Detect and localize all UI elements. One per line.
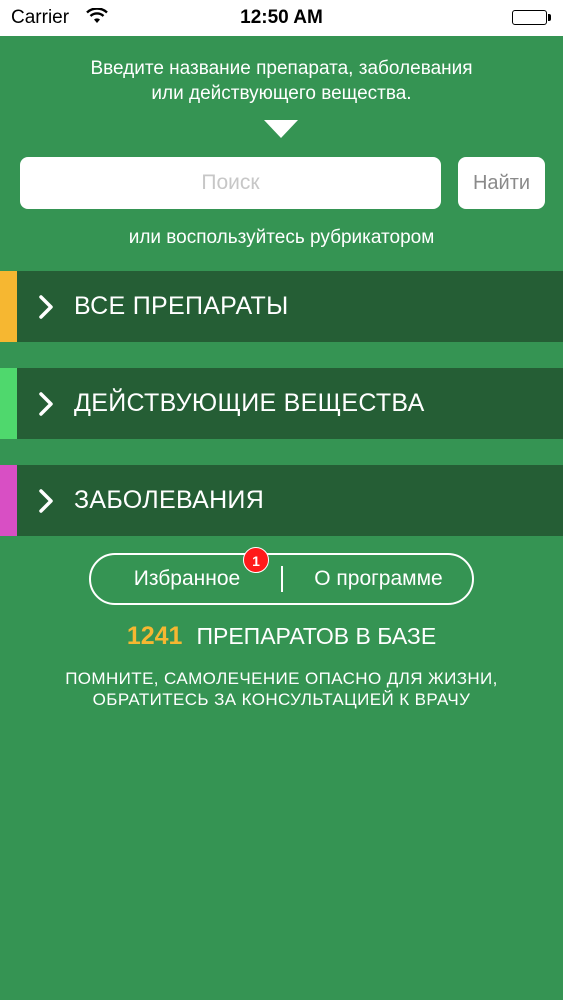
search-input[interactable] (20, 157, 441, 209)
category-label: ЗАБОЛЕВАНИЯ (74, 486, 265, 514)
clock: 12:50 AM (240, 7, 323, 28)
category-accent (0, 465, 17, 536)
rubricator-hint: или воспользуйтесь рубрикатором (128, 227, 435, 248)
drug-count-label: ПРЕПАРАТОВ В БАЗЕ (196, 623, 437, 649)
warning-line-1: ПОМНИТЕ, САМОЛЕЧЕНИЕ ОПАСНО ДЛЯ ЖИЗНИ, (65, 669, 498, 688)
status-bar: Carrier 12:50 AM (0, 0, 563, 36)
drug-count: 1241 (126, 622, 183, 650)
instructions-line-1: Введите название препарата, заболевания (90, 58, 473, 79)
category-accent (0, 271, 17, 342)
search-instructions: Введите название препарата, заболевания … (0, 56, 563, 106)
category-label: ДЕЙСТВУЮЩИЕ ВЕЩЕСТВА (74, 389, 425, 417)
chevron-right-icon (38, 489, 54, 518)
battery-icon (512, 10, 552, 25)
chevron-right-icon (38, 392, 54, 421)
category-diseases[interactable]: ЗАБОЛЕВАНИЯ (0, 465, 563, 536)
drug-count-row: 1241 ПРЕПАРАТОВ В БАЗЕ (0, 622, 563, 651)
instructions-line-2: или действующего вещества. (151, 83, 412, 104)
category-all-drugs[interactable]: ВСЕ ПРЕПАРАТЫ (0, 271, 563, 342)
warning-line-2: ОБРАТИТЕСЬ ЗА КОНСУЛЬТАЦИЕЙ К ВРАЧУ (92, 690, 471, 709)
medical-warning: ПОМНИТЕ, САМОЛЕЧЕНИЕ ОПАСНО ДЛЯ ЖИЗНИ, О… (0, 668, 563, 710)
down-arrow-icon (264, 120, 298, 138)
chevron-right-icon (38, 295, 54, 324)
links-segmented-control: Избранное О программе (89, 553, 474, 605)
category-active-substances[interactable]: ДЕЙСТВУЮЩИЕ ВЕЩЕСТВА (0, 368, 563, 439)
favorites-count-badge: 1 (243, 547, 269, 573)
category-accent (0, 368, 17, 439)
search-button[interactable]: Найти (458, 157, 545, 209)
about-button[interactable]: О программе (283, 555, 474, 603)
category-label: ВСЕ ПРЕПАРАТЫ (74, 292, 289, 320)
